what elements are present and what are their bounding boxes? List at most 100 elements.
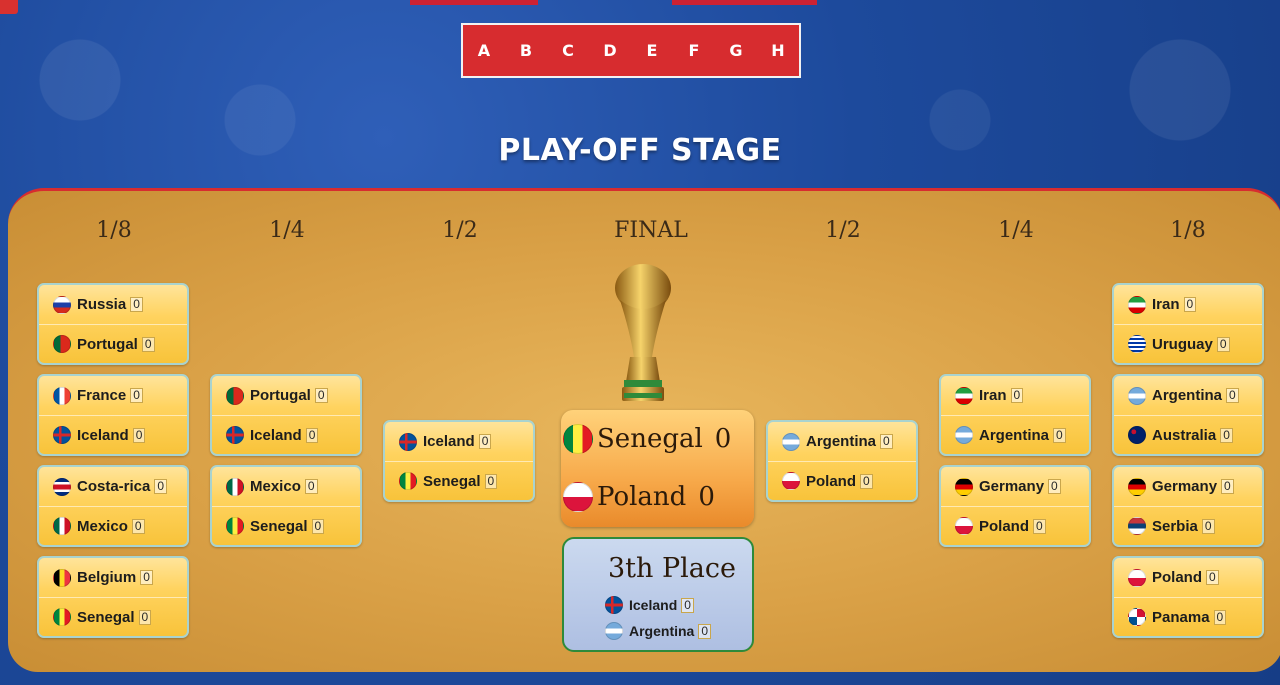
team-row[interactable]: Mexico 0 [212, 467, 360, 506]
match-card[interactable]: France 0 Iceland 0 [37, 374, 189, 456]
team-name: Iceland [250, 426, 302, 444]
poland-flag-icon [955, 517, 973, 535]
match-card[interactable]: Portugal 0 Iceland 0 [210, 374, 362, 456]
team-row[interactable]: Senegal 0 [212, 506, 360, 545]
match-card[interactable]: Germany 0 Poland 0 [939, 465, 1091, 547]
team-row[interactable]: Mexico 0 [39, 506, 187, 545]
group-tab-h[interactable]: H [769, 41, 787, 60]
portugal-flag-icon [53, 335, 71, 353]
team-name: Iceland [629, 597, 678, 613]
final-team-name: Poland [597, 482, 687, 512]
team-row[interactable]: Australia 0 [1114, 415, 1262, 454]
match-card[interactable]: Costa-rica 0 Mexico 0 [37, 465, 189, 547]
mexico-flag-icon [53, 517, 71, 535]
team-row[interactable]: Iceland 0 [564, 592, 752, 618]
group-tab-b[interactable]: B [517, 41, 535, 60]
poland-flag-icon [782, 472, 800, 490]
match-card[interactable]: Belgium 0 Senegal 0 [37, 556, 189, 638]
match-card[interactable]: Russia 0 Portugal 0 [37, 283, 189, 365]
final-team-row[interactable]: Senegal 0 [561, 410, 754, 468]
round-label-right-2: 1/2 [825, 218, 861, 243]
team-row[interactable]: Poland 0 [941, 506, 1089, 545]
group-tab-d[interactable]: D [601, 41, 619, 60]
team-row[interactable]: Uruguay 0 [1114, 324, 1262, 363]
team-row[interactable]: Poland 0 [768, 461, 916, 500]
third-place-card[interactable]: 3th Place Iceland 0 Argentina 0 [562, 537, 754, 652]
team-score: 0 [141, 336, 155, 352]
group-tab-c[interactable]: C [559, 41, 577, 60]
team-row[interactable]: Argentina 0 [768, 422, 916, 461]
iceland-flag-icon [53, 426, 71, 444]
team-score: 0 [304, 479, 318, 494]
team-row[interactable]: Poland 0 [1114, 558, 1262, 597]
group-tab-g[interactable]: G [727, 41, 745, 60]
team-row[interactable]: Serbia 0 [1114, 506, 1262, 545]
germany-flag-icon [1128, 477, 1146, 496]
team-row[interactable]: Senegal 0 [385, 461, 533, 500]
team-score: 0 [305, 427, 319, 443]
match-card[interactable]: Argentina 0 Poland 0 [766, 420, 918, 502]
australia-flag-icon [1128, 426, 1146, 444]
match-card[interactable]: Poland 0 Panama 0 [1112, 556, 1264, 638]
team-score: 0 [1033, 518, 1046, 534]
team-row[interactable]: Iceland 0 [385, 422, 533, 461]
team-row[interactable]: Iran 0 [941, 376, 1089, 415]
team-row[interactable]: France 0 [39, 376, 187, 415]
team-row[interactable]: Iceland 0 [212, 415, 360, 454]
top-accent-bar [672, 0, 817, 5]
team-name: Poland [979, 517, 1030, 535]
match-card[interactable]: Iran 0 Uruguay 0 [1112, 283, 1264, 365]
group-tab-a[interactable]: A [475, 41, 493, 60]
team-name: Argentina [979, 426, 1050, 444]
team-score: 0 [140, 570, 153, 585]
senegal-flag-icon [53, 608, 71, 626]
team-row[interactable]: Iran 0 [1114, 285, 1262, 324]
team-name: Germany [979, 478, 1045, 495]
team-name: Senegal [423, 472, 481, 490]
team-score: 0 [1183, 297, 1197, 312]
iran-flag-icon [955, 386, 973, 405]
team-name: Serbia [1152, 517, 1198, 535]
team-name: Iran [1152, 296, 1180, 313]
team-row[interactable]: Belgium 0 [39, 558, 187, 597]
team-name: Argentina [1152, 387, 1223, 404]
menu-icon[interactable] [0, 0, 18, 14]
match-card[interactable]: Germany 0 Serbia 0 [1112, 465, 1264, 547]
team-name: Portugal [250, 387, 311, 404]
panama-flag-icon [1128, 608, 1146, 626]
match-card[interactable]: Iceland 0 Senegal 0 [383, 420, 535, 502]
team-row[interactable]: Senegal 0 [39, 597, 187, 636]
team-row[interactable]: Argentina 0 [564, 618, 752, 644]
team-name: Portugal [77, 335, 138, 353]
final-team-score: 0 [714, 424, 732, 454]
team-score: 0 [1221, 479, 1234, 494]
team-row[interactable]: Russia 0 [39, 285, 187, 324]
team-row[interactable]: Germany 0 [1114, 467, 1262, 506]
mexico-flag-icon [226, 477, 244, 496]
team-row[interactable]: Argentina 0 [941, 415, 1089, 454]
group-tab-e[interactable]: E [643, 41, 661, 60]
team-name: Senegal [250, 517, 308, 535]
match-card[interactable]: Mexico 0 Senegal 0 [210, 465, 362, 547]
argentina-flag-icon [605, 622, 623, 640]
team-row[interactable]: Portugal 0 [212, 376, 360, 415]
world-cup-trophy-icon [615, 264, 671, 401]
team-row[interactable]: Panama 0 [1114, 597, 1262, 636]
match-card[interactable]: Iran 0 Argentina 0 [939, 374, 1091, 456]
final-team-score: 0 [698, 482, 715, 512]
final-match-card[interactable]: Senegal 0 Poland 0 [561, 410, 754, 527]
team-row[interactable]: Germany 0 [941, 467, 1089, 506]
page-title: PLAY-OFF STAGE [498, 133, 782, 168]
team-row[interactable]: Portugal 0 [39, 324, 187, 363]
team-score: 0 [880, 434, 893, 449]
team-row[interactable]: Costa-rica 0 [39, 467, 187, 506]
final-team-row[interactable]: Poland 0 [561, 468, 754, 526]
team-row[interactable]: Argentina 0 [1114, 376, 1262, 415]
match-card[interactable]: Argentina 0 Australia 0 [1112, 374, 1264, 456]
team-name: Panama [1152, 608, 1210, 626]
team-name: Argentina [806, 433, 877, 450]
team-score: 0 [1206, 570, 1219, 585]
team-row[interactable]: Iceland 0 [39, 415, 187, 454]
team-score: 0 [1010, 388, 1024, 403]
group-tab-f[interactable]: F [685, 41, 703, 60]
